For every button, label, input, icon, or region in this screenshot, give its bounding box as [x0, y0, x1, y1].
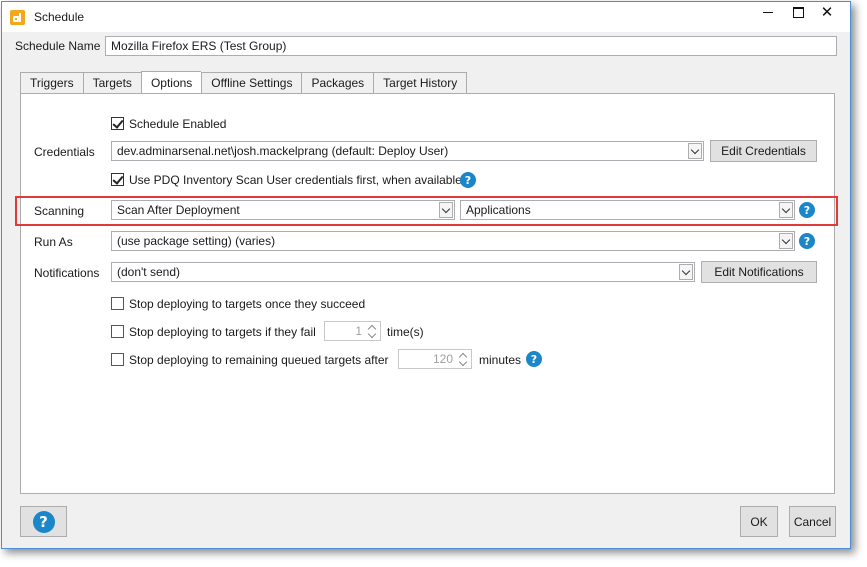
- schedule-enabled-label: Schedule Enabled: [129, 117, 227, 131]
- cancel-button[interactable]: Cancel: [789, 506, 836, 537]
- queued-minutes-suffix: minutes: [479, 353, 522, 367]
- chevron-down-icon: [679, 264, 693, 280]
- close-icon: ✕: [820, 4, 834, 21]
- run-as-value: (use package setting) (varies): [117, 234, 276, 248]
- minimize-icon: [763, 11, 773, 13]
- queued-minutes-value: 120: [432, 352, 453, 366]
- help-icon: ?: [32, 510, 55, 533]
- credentials-dropdown[interactable]: dev.adminarsenal.net\josh.mackelprang (d…: [111, 141, 704, 161]
- stop-on-failure-label: Stop deploying to targets if they fail: [129, 325, 316, 339]
- ok-button[interactable]: OK: [740, 506, 778, 537]
- chevron-down-icon: [688, 143, 702, 159]
- schedule-enabled-checkbox[interactable]: [111, 117, 124, 130]
- window-title: Schedule: [34, 10, 85, 24]
- stepper-arrows-icon[interactable]: [457, 351, 469, 367]
- help-icon[interactable]: ?: [799, 233, 815, 249]
- tab-target-history[interactable]: Target History: [373, 72, 468, 94]
- credentials-value: dev.adminarsenal.net\josh.mackelprang (d…: [117, 144, 449, 158]
- stepper-arrows-icon[interactable]: [366, 323, 378, 339]
- stop-queued-checkbox[interactable]: [111, 353, 124, 366]
- stop-on-success-checkbox[interactable]: [111, 297, 124, 310]
- close-button[interactable]: ✕: [810, 2, 844, 32]
- scanning-highlight-box: [15, 196, 838, 226]
- tab-triggers[interactable]: Triggers: [20, 72, 83, 94]
- failure-count-stepper[interactable]: 1: [324, 321, 381, 341]
- run-as-label: Run As: [34, 235, 73, 249]
- tab-targets[interactable]: Targets: [82, 72, 141, 94]
- use-pdq-credentials-label: Use PDQ Inventory Scan User credentials …: [129, 173, 462, 187]
- tab-options[interactable]: Options: [140, 71, 202, 94]
- notifications-dropdown[interactable]: (don't send): [111, 262, 695, 282]
- stop-on-failure-checkbox[interactable]: [111, 325, 124, 338]
- tab-packages[interactable]: Packages: [301, 72, 374, 94]
- maximize-icon: [792, 6, 804, 18]
- stop-on-success-label: Stop deploying to targets once they succ…: [129, 297, 366, 311]
- pdq-app-icon: [10, 10, 25, 25]
- credentials-label: Credentials: [34, 145, 95, 159]
- help-icon[interactable]: ?: [460, 172, 476, 188]
- chevron-down-icon: [779, 233, 793, 249]
- tab-strip: Triggers Targets Options Offline Setting…: [20, 71, 468, 94]
- notifications-label: Notifications: [34, 266, 100, 280]
- help-icon[interactable]: ?: [526, 351, 542, 367]
- failure-count-value: 1: [355, 324, 362, 338]
- schedule-name-input[interactable]: Mozilla Firefox ERS (Test Group): [105, 36, 837, 56]
- schedule-window: Schedule ✕ Schedule Name Mozilla Firefox…: [1, 1, 851, 549]
- queued-minutes-stepper[interactable]: 120: [398, 349, 472, 369]
- minimize-button[interactable]: [751, 2, 785, 32]
- use-pdq-credentials-checkbox[interactable]: [111, 173, 124, 186]
- edit-notifications-button[interactable]: Edit Notifications: [701, 261, 817, 283]
- edit-credentials-button[interactable]: Edit Credentials: [710, 140, 817, 162]
- title-bar: Schedule ✕: [2, 2, 850, 32]
- schedule-name-label: Schedule Name: [15, 39, 101, 53]
- stop-queued-label: Stop deploying to remaining queued targe…: [129, 353, 389, 367]
- tab-offline-settings[interactable]: Offline Settings: [201, 72, 302, 94]
- notifications-value: (don't send): [117, 265, 180, 279]
- help-button[interactable]: ?: [20, 506, 67, 537]
- failure-count-suffix: time(s): [387, 325, 424, 339]
- run-as-dropdown[interactable]: (use package setting) (varies): [111, 231, 795, 251]
